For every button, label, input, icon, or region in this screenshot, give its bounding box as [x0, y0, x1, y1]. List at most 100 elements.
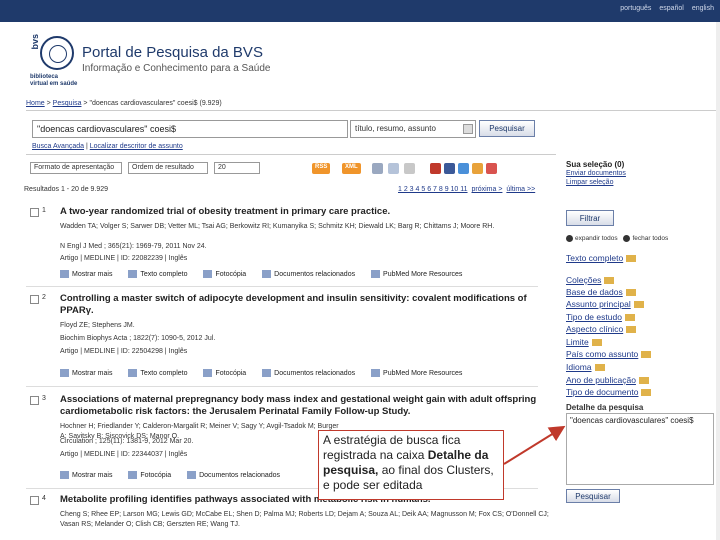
email-icon[interactable] — [404, 163, 415, 174]
bookmark-icon[interactable] — [472, 163, 483, 174]
result-item: 2 Controlling a master switch of adipocy… — [30, 293, 540, 383]
show-more-link[interactable]: Mostrar mais — [60, 471, 112, 479]
full-text-link[interactable]: Texto completo — [128, 369, 188, 377]
share-icon[interactable] — [430, 163, 441, 174]
select-checkbox[interactable] — [30, 295, 39, 304]
related-icon — [262, 369, 272, 377]
logo-letters: bvs — [30, 34, 40, 50]
send-documents-link[interactable]: Enviar documentos — [566, 169, 716, 178]
search-button[interactable]: Pesquisar — [479, 120, 535, 137]
cluster-full-text[interactable]: Texto completo — [566, 253, 637, 263]
lang-english[interactable]: english — [692, 5, 714, 12]
cluster-main-subject[interactable]: Assunto principal — [566, 299, 644, 309]
select-checkbox[interactable] — [30, 208, 39, 217]
descriptor-search-link[interactable]: Localizar descritor de assunto — [90, 143, 183, 150]
order-select[interactable]: Ordem de resultado — [128, 162, 208, 174]
bvs-logo[interactable]: bvs biblioteca virtual em saúde — [30, 30, 78, 90]
cluster-language[interactable]: Idioma — [566, 362, 605, 372]
chart-icon — [641, 389, 652, 397]
chart-icon — [633, 301, 644, 309]
chart-icon — [626, 326, 637, 334]
document-icon — [128, 369, 138, 377]
search-detail-textarea[interactable]: "doencas cardiovasculares" coesi$ — [566, 413, 714, 485]
clear-selection-link[interactable]: Limpar seleção — [566, 178, 716, 187]
result-number: 4 — [42, 495, 46, 502]
next-page-link[interactable]: próxima > — [472, 186, 503, 193]
cluster-database[interactable]: Base de dados — [566, 287, 636, 297]
chart-icon — [626, 255, 637, 263]
expand-all[interactable]: expandir todos — [566, 235, 618, 242]
breadcrumb-home[interactable]: Home — [26, 100, 45, 107]
document-icon[interactable] — [388, 163, 399, 174]
pubmed-link[interactable]: PubMed More Resources — [371, 270, 462, 278]
print-icon[interactable] — [372, 163, 383, 174]
photocopy-link[interactable]: Fotocópia — [128, 471, 171, 479]
cluster-document-type[interactable]: Tipo de documento — [566, 387, 652, 397]
expand-icon — [60, 369, 69, 377]
cluster-study-type[interactable]: Tipo de estudo — [566, 312, 635, 322]
cluster-country[interactable]: País como assunto — [566, 349, 652, 359]
collapse-icon — [623, 235, 631, 242]
chart-icon — [625, 289, 636, 297]
search-input[interactable] — [32, 120, 348, 138]
lang-portuguese[interactable]: português — [620, 5, 651, 12]
result-item: 1 A two-year randomized trial of obesity… — [30, 206, 540, 284]
pubmed-icon — [371, 369, 381, 377]
per-page-select[interactable]: 20 — [214, 162, 260, 174]
last-page-link[interactable]: última >> — [506, 186, 535, 193]
show-more-link[interactable]: Mostrar mais — [60, 369, 112, 377]
select-checkbox[interactable] — [30, 396, 39, 405]
pubmed-link[interactable]: PubMed More Resources — [371, 369, 462, 377]
result-title[interactable]: Controlling a master switch of adipocyte… — [60, 293, 540, 317]
cluster-clinical-aspect[interactable]: Aspecto clínico — [566, 324, 637, 334]
photocopy-link[interactable]: Fotocópia — [203, 369, 246, 377]
advanced-search-link[interactable]: Busca Avançada — [32, 143, 84, 150]
result-links: Mostrar mais Texto completo Fotocópia Do… — [60, 369, 476, 377]
divider — [26, 286, 538, 287]
copy-icon — [128, 471, 138, 479]
detail-search-button[interactable]: Pesquisar — [566, 489, 620, 503]
format-select[interactable]: Formato de apresentação — [30, 162, 122, 174]
chart-icon — [624, 314, 635, 322]
portal-title: Portal de Pesquisa da BVS — [82, 44, 263, 61]
result-journal: Circulation ; 125(11): 1381-9, 2012 Mar … — [60, 438, 194, 445]
related-docs-link[interactable]: Documentos relacionados — [262, 270, 355, 278]
result-item: 4 Metabolite profiling identifies pathwa… — [30, 494, 549, 538]
callout-arrow-icon — [503, 425, 566, 465]
search-field-select[interactable]: título, resumo, assunto — [350, 120, 476, 138]
cluster-collections[interactable]: Coleções — [566, 275, 615, 285]
chart-icon — [638, 377, 649, 385]
select-checkbox[interactable] — [30, 496, 39, 505]
breadcrumb-query: > "doencas cardiovasculares" coesi$ (9.9… — [83, 100, 222, 107]
xml-icon[interactable]: XML — [342, 163, 361, 174]
facebook-icon[interactable] — [444, 163, 455, 174]
plus-icon[interactable] — [486, 163, 497, 174]
result-meta: Artigo | MEDLINE | ID: 22082239 | Inglês — [60, 255, 188, 262]
related-docs-link[interactable]: Documentos relacionados — [262, 369, 355, 377]
full-text-link[interactable]: Texto completo — [128, 270, 188, 278]
cluster-year[interactable]: Ano de publicação — [566, 375, 649, 385]
twitter-icon[interactable] — [458, 163, 469, 174]
expand-collapse-row: expandir todos fechar todos — [566, 235, 668, 242]
breadcrumb-pesquisa[interactable]: Pesquisa — [53, 100, 82, 107]
pubmed-icon — [371, 270, 381, 278]
rss-icon[interactable]: RSS — [312, 163, 331, 174]
scrollbar[interactable] — [716, 22, 720, 540]
annotation-callout: A estratégia de busca fica registrada na… — [318, 430, 504, 500]
photocopy-link[interactable]: Fotocópia — [203, 270, 246, 278]
expand-icon — [566, 235, 573, 242]
result-title[interactable]: Associations of maternal prepregnancy bo… — [60, 394, 540, 418]
cluster-limit[interactable]: Limite — [566, 337, 602, 347]
result-meta: Artigo | MEDLINE | ID: 22344037 | Inglês — [60, 451, 188, 458]
language-links: português español english — [614, 5, 714, 12]
page-numbers[interactable]: 1 2 3 4 5 6 7 8 9 10 11 — [398, 186, 468, 193]
result-title[interactable]: A two-year randomized trial of obesity t… — [60, 206, 540, 218]
lang-spanish[interactable]: español — [659, 5, 684, 12]
filter-button[interactable]: Filtrar — [566, 210, 614, 226]
show-more-link[interactable]: Mostrar mais — [60, 270, 112, 278]
related-docs-link[interactable]: Documentos relacionados — [187, 471, 280, 479]
divider — [26, 386, 538, 387]
chart-icon — [594, 364, 605, 372]
expand-icon — [60, 471, 69, 479]
collapse-all[interactable]: fechar todos — [623, 235, 668, 242]
